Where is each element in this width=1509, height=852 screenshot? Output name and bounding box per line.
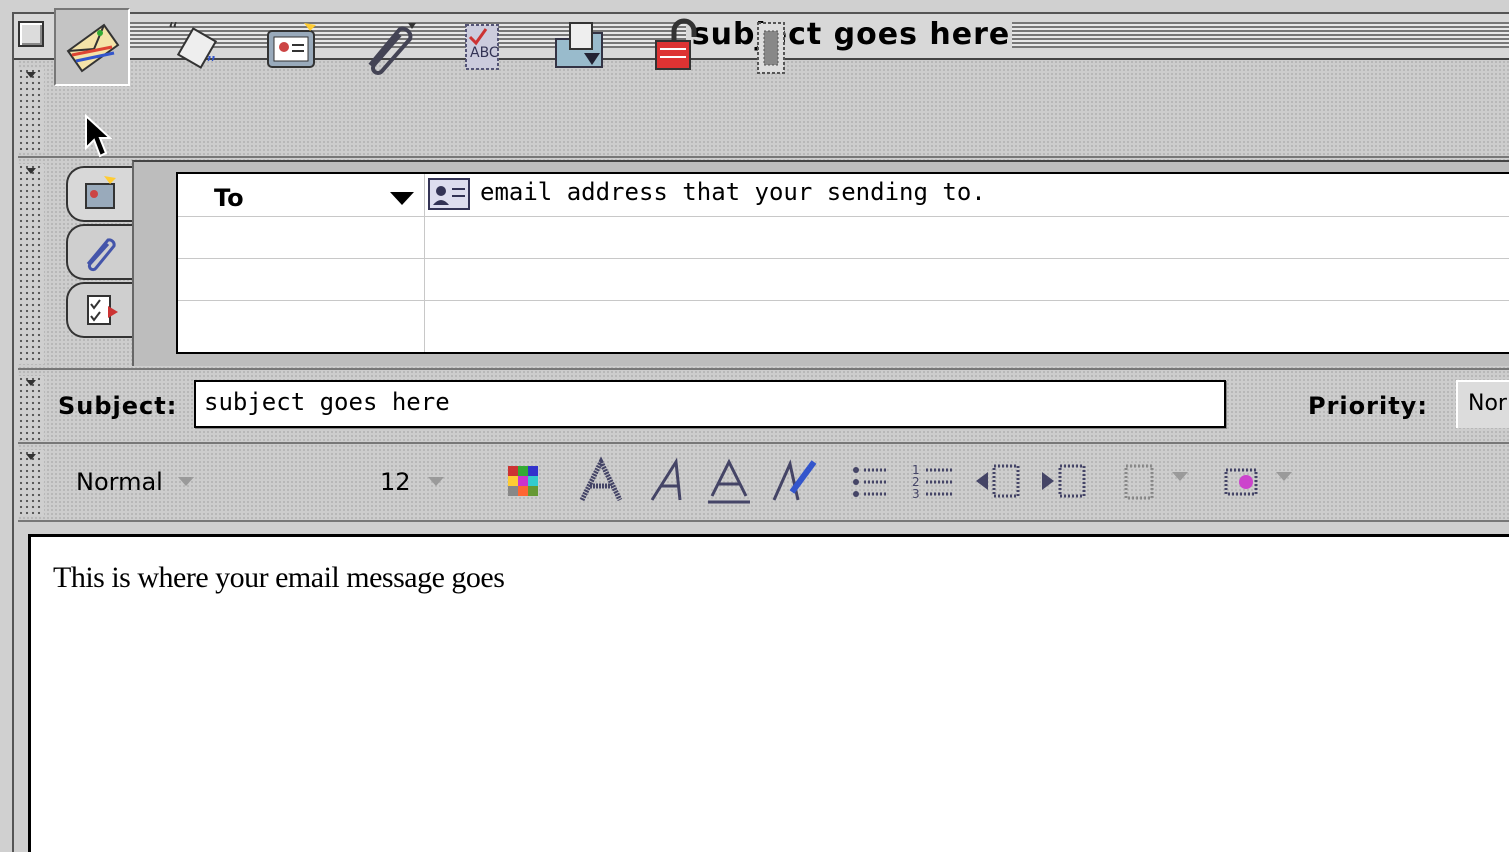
save-button[interactable]: [544, 8, 620, 86]
insert-chevron-down-icon[interactable]: [1276, 472, 1292, 481]
priority-dropdown[interactable]: Nor: [1456, 380, 1509, 428]
mouse-pointer-icon: [85, 114, 112, 158]
alignment-icon[interactable]: [1120, 456, 1160, 506]
svg-text:ABC: ABC: [470, 45, 499, 61]
font-size-dropdown[interactable]: 12: [380, 468, 411, 496]
subject-label: Subject:: [58, 392, 178, 420]
attach-button[interactable]: [350, 8, 426, 86]
alignment-chevron-down-icon[interactable]: [1172, 472, 1188, 481]
decrease-indent-icon[interactable]: [972, 456, 1024, 506]
message-text[interactable]: This is where your email message goes: [53, 561, 505, 595]
address-grip[interactable]: [18, 164, 44, 364]
stop-icon: [757, 22, 785, 74]
address-card-icon: [428, 178, 470, 210]
address-type-label[interactable]: To: [214, 184, 244, 212]
tab-options[interactable]: [66, 282, 132, 338]
svg-text:3: 3: [912, 487, 920, 501]
address-row[interactable]: To email address that your sending to.: [178, 174, 1509, 217]
security-button[interactable]: [638, 8, 714, 86]
address-book-icon: [267, 23, 316, 68]
spelling-button[interactable]: ABC: [446, 8, 522, 86]
paragraph-style-chevron-down-icon[interactable]: [178, 477, 194, 486]
italic-icon[interactable]: [644, 456, 694, 506]
quote-button[interactable]: “ ”: [156, 8, 232, 86]
numbered-list-icon[interactable]: 1 2 3: [910, 456, 958, 506]
text-color-icon[interactable]: [502, 456, 546, 506]
address-row-empty[interactable]: [178, 258, 1509, 301]
address-book-button[interactable]: [254, 8, 330, 86]
address-list: To email address that your sending to.: [176, 172, 1509, 354]
svg-text:“: “: [168, 18, 178, 42]
tab-address[interactable]: [66, 166, 132, 222]
folder-save-icon: [555, 22, 603, 68]
send-envelope-icon: [66, 23, 120, 73]
format-grip[interactable]: [18, 450, 44, 516]
title-bar-stripes-right: [1008, 22, 1509, 48]
unlocked-padlock-icon: [655, 18, 697, 70]
subject-input[interactable]: subject goes here: [194, 380, 1226, 428]
font-size-chevron-down-icon[interactable]: [428, 477, 444, 486]
insert-object-icon[interactable]: [1222, 456, 1268, 506]
format-toolbar: [18, 444, 1509, 522]
bold-icon[interactable]: [576, 456, 626, 506]
close-box[interactable]: [18, 21, 44, 47]
address-card-tab-icon: [85, 176, 116, 209]
send-button[interactable]: [54, 8, 130, 86]
priority-label: Priority:: [1308, 392, 1428, 420]
message-body[interactable]: This is where your email message goes: [28, 534, 1509, 852]
spell-check-icon: ABC: [465, 24, 499, 70]
paragraph-style-dropdown[interactable]: Normal: [76, 468, 163, 496]
underline-icon[interactable]: [704, 456, 754, 506]
subject-grip[interactable]: [18, 376, 44, 440]
toolbar-grip[interactable]: [18, 68, 44, 152]
address-type-dropdown-icon[interactable]: [390, 192, 414, 205]
increase-indent-icon[interactable]: [1038, 456, 1090, 506]
paperclip-tab-icon: [86, 238, 116, 272]
tab-attachments[interactable]: [66, 224, 132, 280]
paperclip-icon: [368, 23, 416, 75]
bullet-list-icon[interactable]: [848, 456, 892, 506]
stop-button[interactable]: [732, 8, 808, 86]
checklist-tab-icon: [87, 295, 118, 325]
link-pen-icon[interactable]: [770, 456, 820, 506]
address-row-empty[interactable]: [178, 300, 1509, 342]
recipient-address[interactable]: email address that your sending to.: [480, 178, 986, 206]
address-row-empty[interactable]: [178, 216, 1509, 259]
svg-text:”: ”: [206, 52, 216, 76]
quote-icon: “ ”: [168, 18, 218, 76]
